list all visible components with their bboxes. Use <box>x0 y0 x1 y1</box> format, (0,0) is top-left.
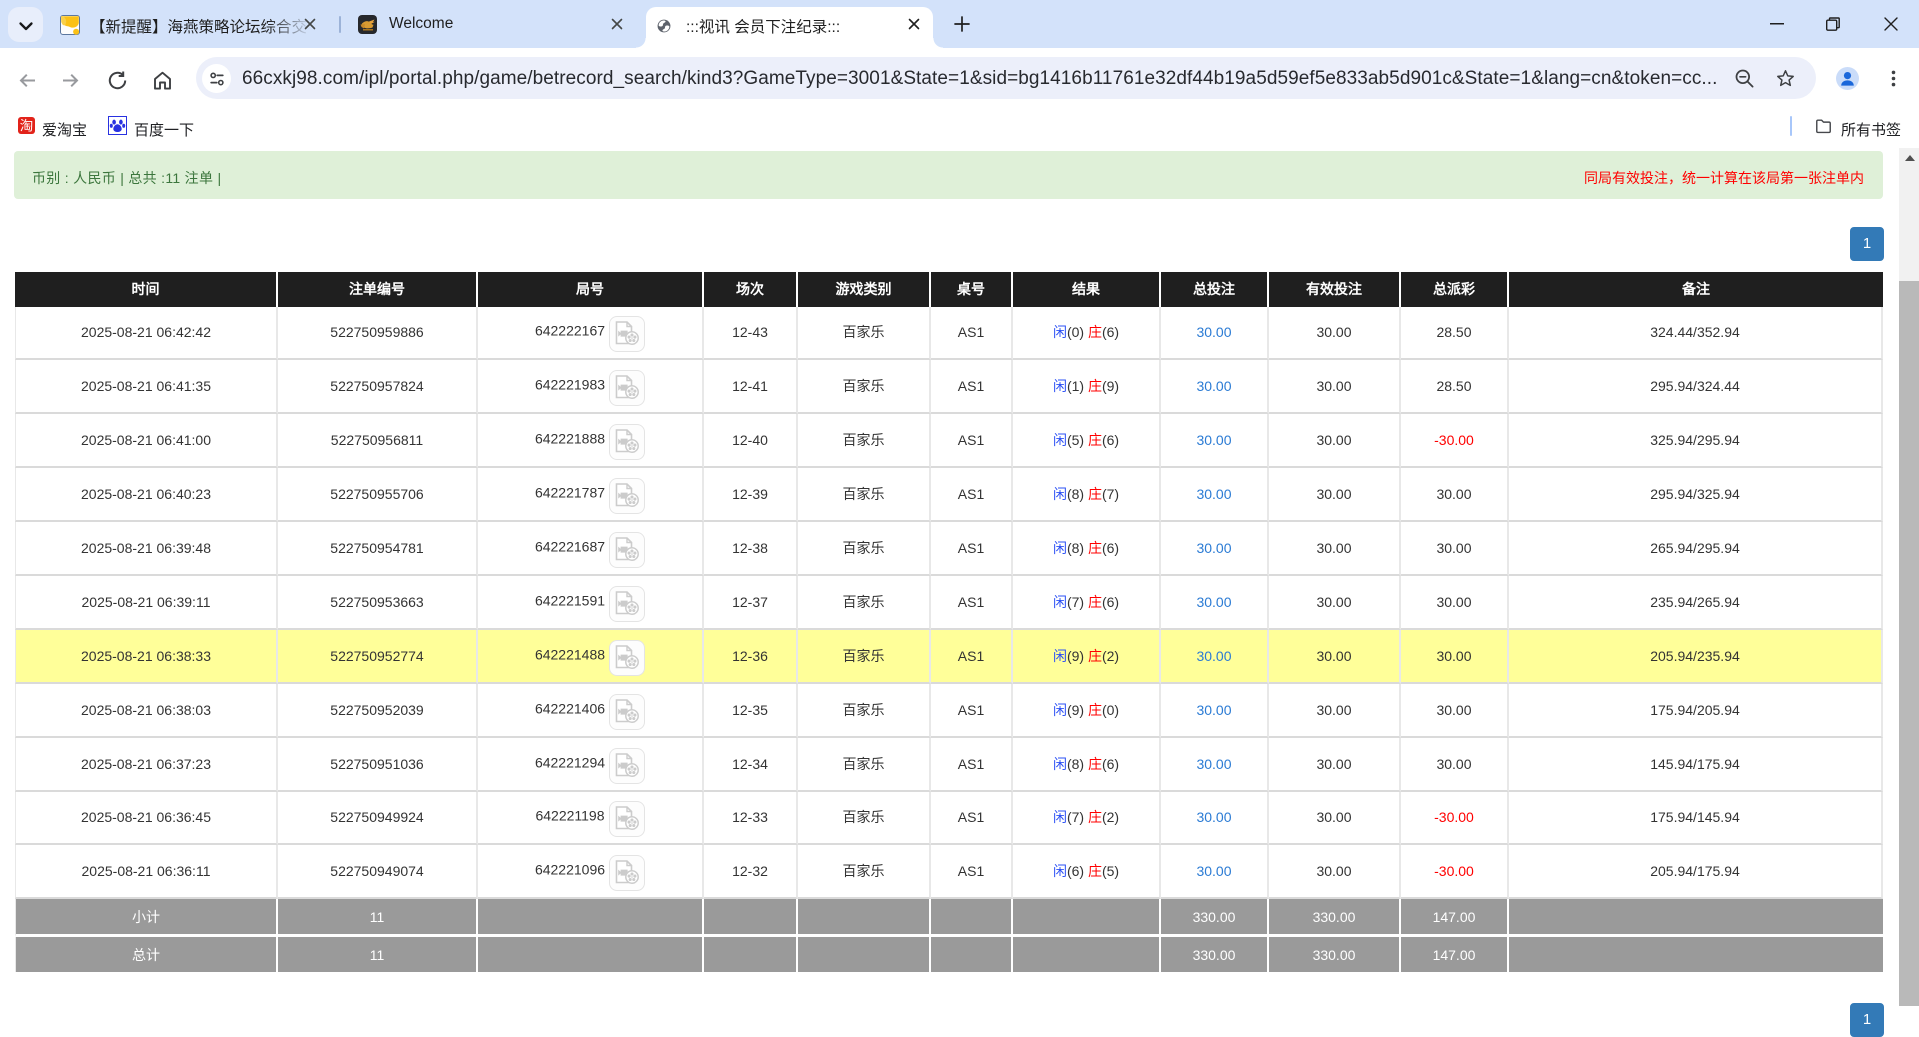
svg-text:淘: 淘 <box>20 119 34 134</box>
